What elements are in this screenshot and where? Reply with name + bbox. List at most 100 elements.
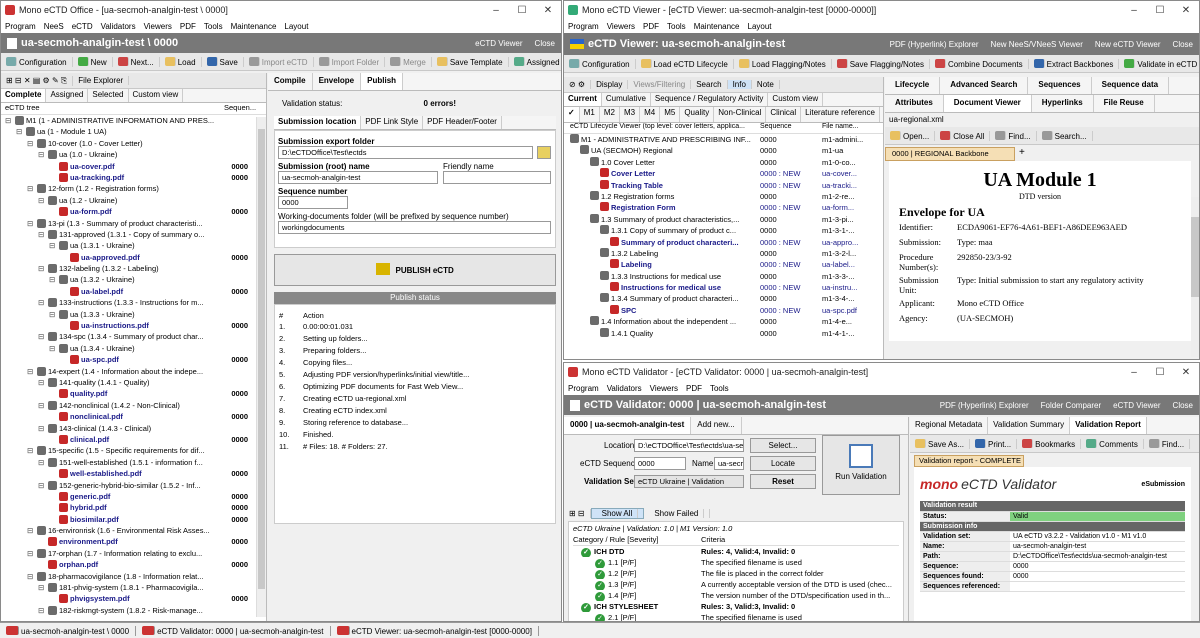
tree-row[interactable]: ⊟ ua (1.3.4 - Ukraine) [5,343,266,354]
friendly-name-input[interactable] [443,171,551,184]
viewer-toolbar-button-1[interactable]: Load eCTD Lifecycle [636,58,734,69]
validator-right-tab-0[interactable]: Regional Metadata [910,417,989,434]
viewer-doc-tab-0[interactable]: Attributes [885,95,944,112]
menu-item-1[interactable]: Viewers [603,22,639,31]
validator-tab-1[interactable]: Add new... [691,417,742,434]
lifecycle-row[interactable]: 1.0 Cover Letter 0000 m1-0-co... [570,156,883,168]
tree-row[interactable]: quality.pdf 0000 [5,388,266,399]
location-tab-2[interactable]: PDF Header/Footer [423,116,502,129]
menu-item-4[interactable]: Viewers [140,22,176,31]
run-validation-button[interactable]: Run Validation [822,435,900,495]
folder-browse-icon[interactable] [537,146,551,159]
menu-item-1[interactable]: NeeS [40,22,68,31]
close-button[interactable]: Close [529,39,561,48]
tree-expander-icon[interactable] [49,468,59,479]
lifecycle-row[interactable]: 1.3.3 Instructions for medical use 0000 m1… [570,270,883,282]
tree-expander-icon[interactable] [49,593,59,604]
location-tab-1[interactable]: PDF Link Style [361,116,424,129]
module-tab-8[interactable]: Literature reference [801,107,880,122]
menu-item-4[interactable]: Maintenance [690,22,744,31]
tree-tab-3[interactable]: Custom view [129,89,184,102]
tree-expander-icon[interactable]: ⊟ [16,126,26,137]
tree-expander-icon[interactable] [49,411,59,422]
lifecycle-tab-1[interactable]: Cumulative [602,93,651,106]
tree-expander-icon[interactable] [60,320,70,331]
tree-expander-icon[interactable] [49,206,59,217]
close-icon[interactable]: ✕ [1173,5,1199,16]
report-toolbar-button-4[interactable]: Find... [1144,438,1191,449]
tree-row[interactable]: ua-label.pdf 0000 [5,286,266,297]
publish-ectd-button[interactable]: PUBLISH eCTD [274,254,556,286]
tree-row[interactable]: ⊟ 10-cover (1.0 - Cover Letter) [5,138,266,149]
toolbar-button-3[interactable]: Load [160,56,202,67]
tree-tools-icon[interactable]: ⊞ ⊟ ✕ ▤ ⚙ ✎ ⎘ [1,75,74,86]
lifecycle-row[interactable]: 1.4.1 Quality 0000 m1-4-1-... [570,327,883,339]
doc-toolbar-button-2[interactable]: Find... [990,130,1037,141]
export-folder-input[interactable]: D:\eCTDOffice\Test\ectds [278,146,533,159]
tree-row[interactable]: ua-tracking.pdf 0000 [5,172,266,183]
select-button[interactable]: Select... [750,438,816,453]
doc-toolbar-button-3[interactable]: Search... [1037,130,1093,141]
tree-expander-icon[interactable] [38,536,48,547]
tree-expander-icon[interactable]: ⊟ [38,331,48,342]
tree-row[interactable]: ⊟ 16-environrisk (1.6 - Environmental Ris… [5,525,266,536]
tree-expander-icon[interactable]: ⊟ [49,309,59,320]
validator-right-tab-1[interactable]: Validation Summary [988,417,1071,434]
tree-expander-icon[interactable]: ⊟ [38,297,48,308]
menu-item-2[interactable]: eCTD [68,22,97,31]
tree-row[interactable]: hybrid.pdf 0000 [5,502,266,513]
module-tab-icon[interactable]: ✓ [564,107,580,122]
viewer-header-button-0[interactable]: PDF (Hyperlink) Explorer [884,40,985,49]
toolbar-button-6[interactable]: Import Folder [314,56,386,67]
viewer-header-button-3[interactable]: Close [1167,40,1199,49]
lifecycle-row[interactable]: Summary of product characteri... 0000 : N… [570,236,883,248]
tree-expander-icon[interactable]: ⊟ [5,115,15,126]
validator-header-button-0[interactable]: PDF (Hyperlink) Explorer [934,401,1035,410]
tree-row[interactable]: ua-instructions.pdf 0000 [5,320,266,331]
menu-item-0[interactable]: Program [564,384,603,393]
toolbar-button-1[interactable]: New [73,56,113,67]
tree-row[interactable]: ⊟ 182-riskmgt-system (1.8.2 - Risk-manage… [5,605,266,616]
tree-row[interactable]: ⊟ 181-phvig-system (1.8.1 - Pharmacovigil… [5,582,266,593]
tree-row[interactable]: orphan.pdf 0000 [5,559,266,570]
menu-item-5[interactable]: PDF [176,22,200,31]
tree-row[interactable]: ⊟ ua (1.3.2 - Ukraine) [5,274,266,285]
lifecycle-row[interactable]: 1.3.4 Summary of product characteri... 00… [570,293,883,304]
tree-row[interactable]: well-established.pdf 0000 [5,468,266,479]
tree-expander-icon[interactable]: ⊟ [49,274,59,285]
doc-toolbar-button-0[interactable]: Open... [885,130,936,141]
toolbar-button-7[interactable]: Merge [385,56,432,67]
tree-row[interactable]: ⊟ ua (1 - Module 1 UA) [5,126,266,137]
tree-expander-icon[interactable]: ⊟ [27,525,37,536]
tree-row[interactable]: phvigsystem.pdf 0000 [5,593,266,604]
rule-row[interactable]: ✓ 1.1 [P/F] The specified filename is used [573,557,899,568]
tree-row[interactable]: ⊟ ua (1.3.1 - Ukraine) [5,240,266,251]
tree-row[interactable]: ⊟ 132-labeling (1.3.2 - Labeling) [5,263,266,274]
report-toolbar-button-0[interactable]: Save As... [910,438,971,449]
minimize-icon[interactable]: – [483,5,509,16]
tree-tab-0[interactable]: Complete [1,89,47,102]
tree-expander-icon[interactable]: ⊟ [38,480,48,491]
minimize-icon[interactable]: – [1121,5,1147,16]
tree-expander-icon[interactable]: ⊟ [38,229,48,240]
viewer-right-tab-0[interactable]: Lifecycle [885,77,941,94]
menu-item-3[interactable]: Validators [97,22,140,31]
rule-row[interactable]: ✓ 2.1 [P/F] The specified filename is used [573,612,899,621]
lifecycle-row[interactable]: 1.3.2 Labeling 0000 m1-3-2-l... [570,247,883,259]
lifecycle-tool-2[interactable]: Search [691,80,728,89]
lifecycle-row[interactable]: Instructions for medical use 0000 : NEW ua… [570,282,883,293]
lifecycle-row[interactable]: 1.4 Information about the independent ..… [570,316,883,327]
lifecycle-row[interactable]: M1 - ADMINISTRATIVE AND PRESCRIBING INF.… [570,134,883,145]
module-tab-6[interactable]: Non-Clinical [714,107,767,122]
taskbar-item-2[interactable]: eCTD Viewer: ua-secmoh-analgin-test [000… [331,625,539,636]
tree-expander-icon[interactable] [60,286,70,297]
sequence-input[interactable]: 0000 [634,457,686,470]
lifecycle-tab-0[interactable]: Current [564,93,602,106]
ectd-tree[interactable]: ⊟ M1 (1 - ADMINISTRATIVE INFORMATION AND … [1,115,266,616]
menu-item-0[interactable]: Program [1,22,40,31]
sequence-input[interactable]: 0000 [278,196,348,209]
lifecycle-tab-2[interactable]: Sequence / Regulatory Activity [651,93,769,106]
viewer-right-tab-1[interactable]: Advanced Search [940,77,1029,94]
toolbar-button-2[interactable]: Next... [113,56,160,67]
tree-row[interactable]: ⊟ 15-specific (1.5 - Specific requirement… [5,445,266,456]
